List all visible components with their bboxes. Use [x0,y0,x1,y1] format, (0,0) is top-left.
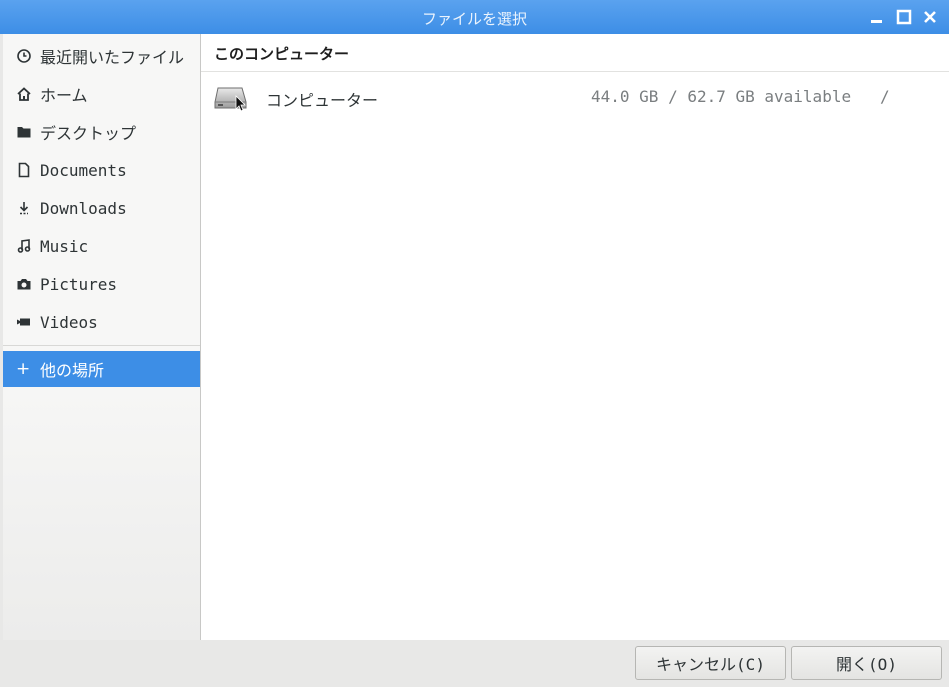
folder-icon [16,124,32,140]
section-header: このコンピューター [201,34,949,72]
clock-icon [16,48,32,64]
maximize-button[interactable] [896,9,912,25]
sidebar-item-documents[interactable]: Documents [3,152,200,188]
sidebar-item-label: Documents [40,160,127,180]
close-icon [924,11,936,23]
sidebar-separator [3,345,200,346]
window-title: ファイルを選択 [421,10,527,28]
section-title: このコンピューター [214,45,350,63]
close-button[interactable] [922,9,938,25]
location-name: コンピューター [266,91,379,110]
location-row[interactable]: コンピューター 44.0 GB / 62.7 GB available / [201,78,949,116]
location-space: 44.0 GB / 62.7 GB available [591,87,852,106]
plus-icon: + [16,359,31,379]
sidebar-item-recent[interactable]: 最近開いたファイル [3,38,200,74]
sidebar-item-desktop[interactable]: デスクトップ [3,114,200,150]
minimize-button[interactable] [868,9,884,25]
download-icon [16,200,32,216]
sidebar-item-downloads[interactable]: Downloads [3,190,200,226]
sidebar-item-home[interactable]: ホーム [3,76,200,112]
location-mount-point: / [880,87,890,106]
sidebar-item-label: 最近開いたファイル [40,48,185,67]
maximize-icon [896,9,912,25]
document-icon [16,162,32,178]
video-icon [16,314,32,330]
sidebar-item-label: デスクトップ [40,124,137,143]
sidebar-item-music[interactable]: Music [3,228,200,264]
title-bar: ファイルを選択 [0,0,949,34]
sidebar-item-videos[interactable]: Videos [3,304,200,340]
sidebar-item-label: Videos [40,312,98,332]
sidebar-item-pictures[interactable]: Pictures [3,266,200,302]
places-sidebar: 最近開いたファイル ホーム デスクトップ Documents Downloads… [3,34,201,640]
hard-drive-icon [214,82,250,114]
home-icon [16,86,32,102]
locations-view: このコンピューター コンピューター 44.0 GB / 62.7 GB avai… [201,34,949,640]
action-bar: キャンセル(C) 開く(O) [3,640,949,687]
camera-icon [16,276,32,292]
sidebar-item-label: Pictures [40,274,118,294]
sidebar-item-label: 他の場所 [40,361,105,380]
sidebar-item-label: Music [40,236,89,256]
open-button[interactable]: 開く(O) [791,646,942,680]
sidebar-item-label: ホーム [40,86,88,105]
music-icon [16,238,32,254]
sidebar-item-label: Downloads [40,198,127,218]
minimize-icon [871,20,882,23]
cancel-button[interactable]: キャンセル(C) [635,646,786,680]
sidebar-item-other-locations[interactable]: + 他の場所 [3,351,200,387]
